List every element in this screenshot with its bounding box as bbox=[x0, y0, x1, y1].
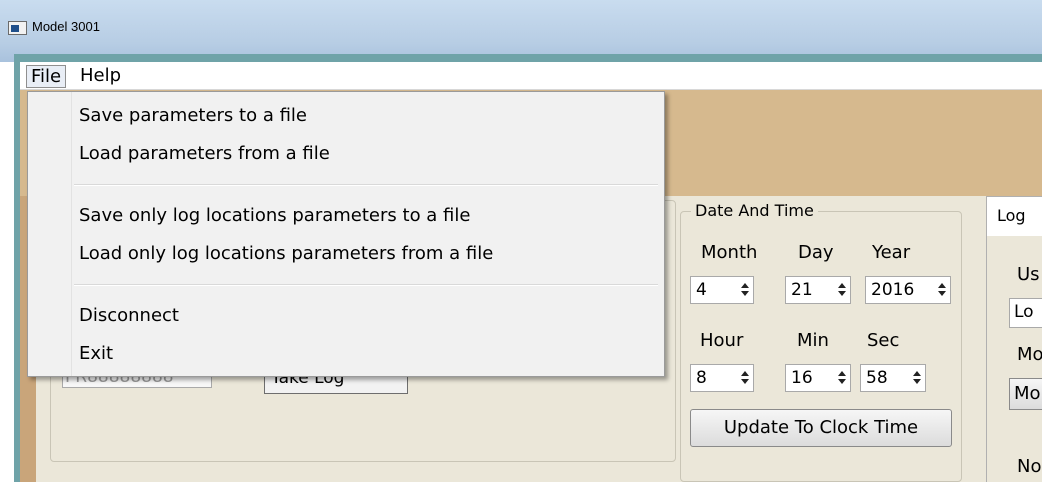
spinner-arrows-icon[interactable] bbox=[740, 282, 749, 298]
title-bar: Model 3001 bbox=[0, 0, 1042, 62]
menu-item-disconnect[interactable]: Disconnect bbox=[79, 304, 179, 328]
year-label: Year bbox=[872, 242, 911, 263]
update-clock-button[interactable]: Update To Clock Time bbox=[690, 409, 952, 447]
sec-label: Sec bbox=[867, 330, 900, 351]
tab-log[interactable]: Log bbox=[986, 196, 1042, 236]
menu-item-save-parameters[interactable]: Save parameters to a file bbox=[79, 104, 307, 128]
log-panel-body: Us Lo Mo Mo No bbox=[986, 236, 1042, 482]
log-label-1: Us bbox=[1017, 264, 1040, 285]
log-location-field[interactable]: Lo bbox=[1009, 298, 1042, 328]
file-menu-dropdown: Save parameters to a file Load parameter… bbox=[27, 91, 665, 377]
hour-spinner[interactable]: 8 bbox=[690, 364, 754, 392]
month-label: Month bbox=[701, 242, 758, 263]
menu-item-load-log-locations[interactable]: Load only log locations parameters from … bbox=[79, 242, 493, 266]
day-label: Day bbox=[798, 242, 834, 263]
log-field-value: Lo bbox=[1014, 302, 1034, 322]
menu-separator bbox=[74, 284, 658, 286]
window-title: Model 3001 bbox=[32, 19, 100, 34]
menu-help[interactable]: Help bbox=[76, 65, 125, 88]
menu-bar: File Help bbox=[20, 62, 1042, 90]
log-label-2: Mo bbox=[1017, 344, 1042, 365]
month-value: 4 bbox=[696, 280, 707, 300]
menu-item-save-log-locations[interactable]: Save only log locations parameters to a … bbox=[79, 204, 470, 228]
menu-gutter bbox=[28, 92, 72, 376]
year-spinner[interactable]: 2016 bbox=[865, 276, 951, 304]
spinner-arrows-icon[interactable] bbox=[837, 282, 846, 298]
menu-item-load-parameters[interactable]: Load parameters from a file bbox=[79, 142, 330, 166]
menu-item-exit[interactable]: Exit bbox=[79, 342, 113, 366]
day-spinner[interactable]: 21 bbox=[785, 276, 851, 304]
min-spinner[interactable]: 16 bbox=[785, 364, 851, 392]
sec-value: 58 bbox=[866, 368, 888, 388]
hour-label: Hour bbox=[700, 330, 744, 351]
spinner-arrows-icon[interactable] bbox=[837, 370, 846, 386]
date-time-title: Date And Time bbox=[691, 201, 818, 221]
spinner-arrows-icon[interactable] bbox=[912, 370, 921, 386]
sec-spinner[interactable]: 58 bbox=[860, 364, 926, 392]
log-mode-label: Mo bbox=[1014, 383, 1041, 404]
log-mode-button[interactable]: Mo bbox=[1009, 378, 1042, 410]
hour-value: 8 bbox=[696, 368, 707, 388]
spinner-arrows-icon[interactable] bbox=[937, 282, 946, 298]
spinner-arrows-icon[interactable] bbox=[740, 370, 749, 386]
log-label-3: No bbox=[1017, 456, 1042, 477]
app-icon bbox=[8, 21, 27, 35]
year-value: 2016 bbox=[871, 280, 915, 300]
menu-file[interactable]: File bbox=[26, 65, 67, 88]
min-value: 16 bbox=[791, 368, 813, 388]
day-value: 21 bbox=[791, 280, 813, 300]
month-spinner[interactable]: 4 bbox=[690, 276, 754, 304]
menu-separator bbox=[74, 184, 658, 186]
min-label: Min bbox=[797, 330, 829, 351]
